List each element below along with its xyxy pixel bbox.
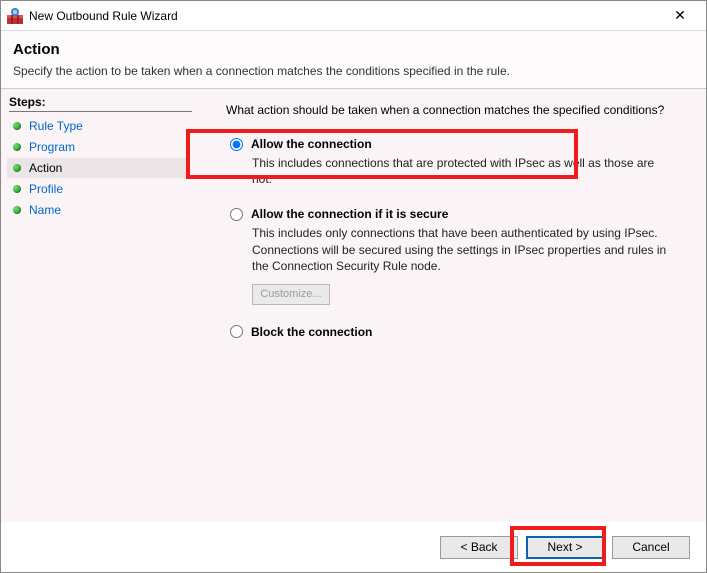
- bullet-icon: [13, 185, 21, 193]
- step-label: Action: [29, 161, 62, 175]
- page-subtitle: Specify the action to be taken when a co…: [13, 64, 694, 78]
- option-block: Block the connection: [230, 325, 686, 339]
- next-button[interactable]: Next >: [526, 536, 604, 559]
- step-label: Program: [29, 140, 75, 154]
- wizard-body: Steps: Rule Type Program Action Profile …: [1, 88, 706, 522]
- steps-sidebar: Steps: Rule Type Program Action Profile …: [1, 89, 196, 522]
- prompt-text: What action should be taken when a conne…: [226, 103, 686, 117]
- bullet-icon: [13, 143, 21, 151]
- window-title: New Outbound Rule Wizard: [29, 9, 660, 23]
- step-action[interactable]: Action: [7, 158, 190, 178]
- wizard-window: New Outbound Rule Wizard ✕ Action Specif…: [0, 0, 707, 573]
- page-title: Action: [13, 41, 694, 58]
- step-label: Rule Type: [29, 119, 83, 133]
- action-options: Allow the connection This includes conne…: [230, 137, 686, 339]
- option-allow-secure: Allow the connection if it is secure Thi…: [230, 207, 686, 305]
- step-rule-type[interactable]: Rule Type: [7, 116, 190, 136]
- step-label: Profile: [29, 182, 63, 196]
- option-label[interactable]: Allow the connection: [251, 137, 372, 151]
- wizard-content: What action should be taken when a conne…: [196, 89, 706, 522]
- titlebar: New Outbound Rule Wizard ✕: [1, 1, 706, 31]
- step-profile[interactable]: Profile: [7, 179, 190, 199]
- step-name[interactable]: Name: [7, 200, 190, 220]
- option-label[interactable]: Block the connection: [251, 325, 372, 339]
- step-label: Name: [29, 203, 61, 217]
- bullet-icon: [13, 164, 21, 172]
- option-desc: This includes only connections that have…: [252, 225, 672, 274]
- steps-heading: Steps:: [9, 95, 192, 112]
- firewall-icon: [7, 8, 23, 24]
- bullet-icon: [13, 122, 21, 130]
- wizard-footer: < Back Next > Cancel: [1, 522, 706, 572]
- option-allow: Allow the connection This includes conne…: [230, 137, 686, 187]
- close-button[interactable]: ✕: [660, 2, 700, 30]
- option-desc: This includes connections that are prote…: [252, 155, 672, 187]
- option-label[interactable]: Allow the connection if it is secure: [251, 207, 448, 221]
- radio-block[interactable]: [230, 325, 243, 338]
- radio-allow[interactable]: [230, 138, 243, 151]
- customize-button: Customize...: [252, 284, 330, 305]
- wizard-header: Action Specify the action to be taken wh…: [1, 31, 706, 88]
- back-button[interactable]: < Back: [440, 536, 518, 559]
- step-program[interactable]: Program: [7, 137, 190, 157]
- cancel-button[interactable]: Cancel: [612, 536, 690, 559]
- bullet-icon: [13, 206, 21, 214]
- radio-allow-secure[interactable]: [230, 208, 243, 221]
